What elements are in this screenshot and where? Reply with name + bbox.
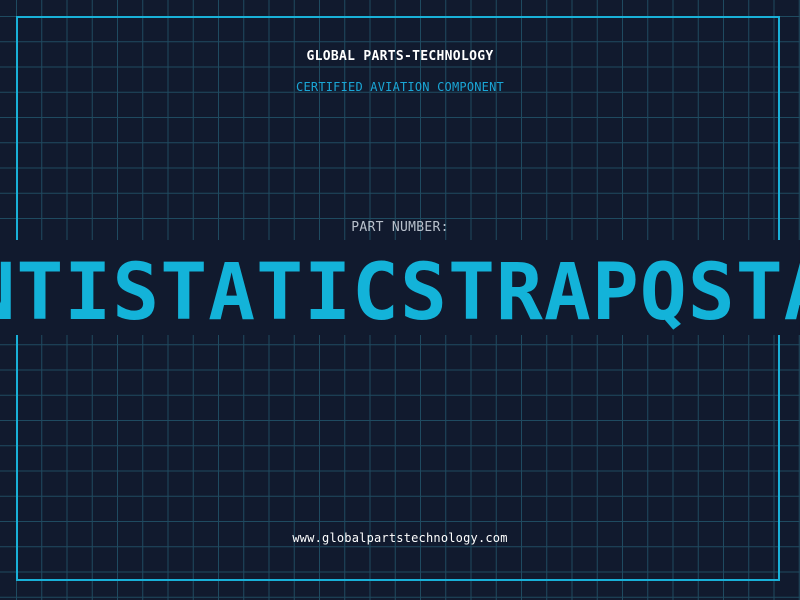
part-number-label: PART NUMBER:: [351, 220, 449, 235]
part-label-card: GLOBAL PARTS-TECHNOLOGY CERTIFIED AVIATI…: [0, 0, 800, 600]
certification-subtitle: CERTIFIED AVIATION COMPONENT: [296, 80, 504, 94]
part-number-display: NTISTATICSTRAPQSTA: [0, 248, 800, 338]
part-number-value: NTISTATICSTRAPQSTA: [0, 248, 800, 338]
company-name: GLOBAL PARTS-TECHNOLOGY: [306, 49, 494, 64]
website-url: www.globalpartstechnology.com: [292, 531, 508, 545]
